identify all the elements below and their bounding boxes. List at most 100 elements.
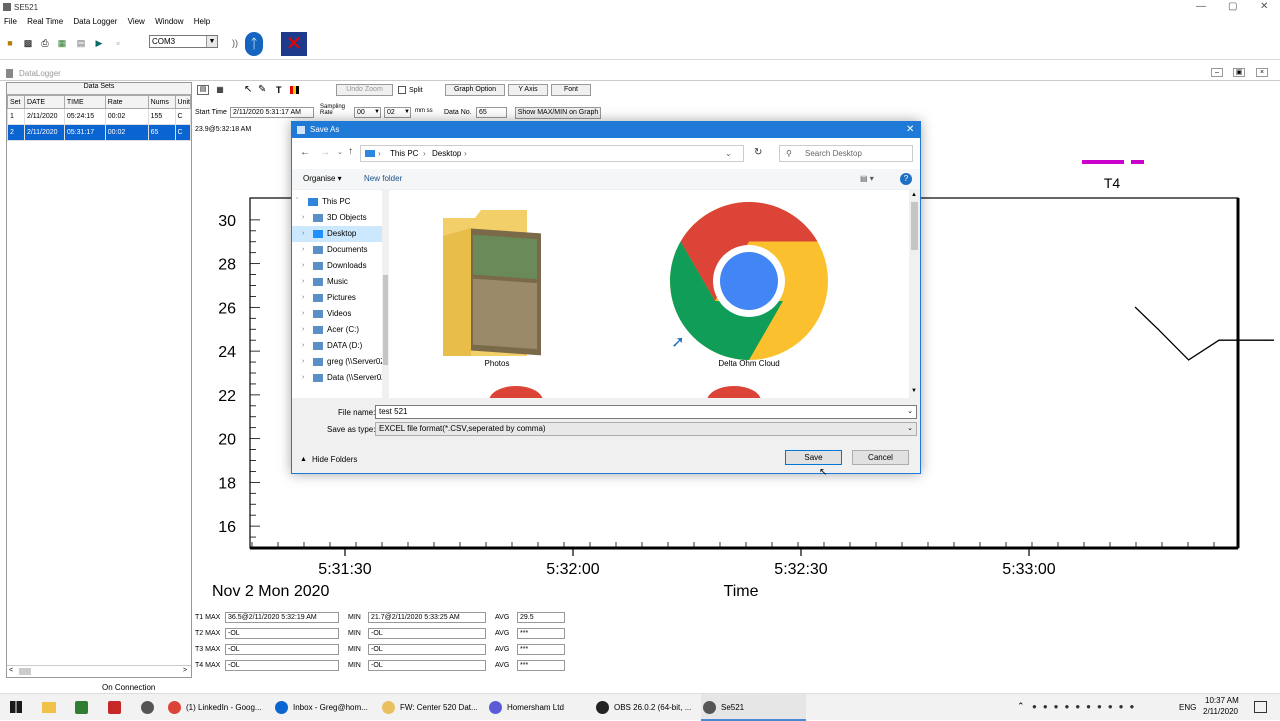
file-explorer-icon[interactable] bbox=[42, 702, 56, 713]
data-no-field[interactable]: 65 bbox=[476, 107, 507, 118]
scroll-left-icon[interactable]: < bbox=[9, 667, 13, 674]
scroll-thumb[interactable] bbox=[19, 668, 31, 675]
nav-item[interactable]: › Data (\\Server0Z bbox=[292, 370, 386, 386]
stat-avg-field[interactable]: *** bbox=[517, 660, 565, 671]
port-select[interactable]: COM3 ▼ bbox=[149, 35, 218, 48]
cancel-button[interactable]: Cancel bbox=[852, 450, 909, 465]
stop-icon[interactable]: ▫ bbox=[113, 38, 123, 48]
taskbar-item-mail[interactable]: FW: Center 520 Dat... bbox=[380, 694, 485, 721]
menu-real-time[interactable]: Real Time bbox=[27, 17, 63, 26]
tray-icons[interactable]: ●●●●●●●●●● bbox=[1032, 702, 1140, 711]
expand-chevron-icon[interactable]: › bbox=[302, 370, 304, 386]
scroll-thumb[interactable] bbox=[911, 202, 918, 250]
tray-chevron-icon[interactable]: ⌃ bbox=[1017, 701, 1025, 712]
file-name-input[interactable]: test 521 ⌄ bbox=[375, 405, 917, 419]
expand-chevron-icon[interactable]: › bbox=[302, 210, 304, 226]
taskbar-item-obs[interactable]: OBS 26.0.2 (64-bit, ... bbox=[594, 694, 699, 721]
show-maxmin-button[interactable]: Show MAX/MIN on Graph bbox=[515, 107, 601, 119]
stat-avg-field[interactable]: *** bbox=[517, 628, 565, 639]
pin-app-icon[interactable] bbox=[108, 701, 121, 714]
save-icon[interactable]: ▩ bbox=[23, 38, 33, 48]
close-button[interactable]: ✕ bbox=[1260, 1, 1268, 12]
nav-item[interactable]: › Videos bbox=[292, 306, 382, 322]
menu-help[interactable]: Help bbox=[194, 17, 210, 26]
split-checkbox[interactable] bbox=[398, 86, 406, 94]
up-icon[interactable]: ↑ bbox=[348, 146, 353, 157]
rate-seconds-select[interactable]: 02 ▼ bbox=[384, 107, 411, 118]
taskbar-item-outlook[interactable]: Inbox - Greg@hom... bbox=[273, 694, 378, 721]
view-options-icon[interactable]: ▤ ▾ bbox=[860, 169, 874, 189]
scroll-right-icon[interactable]: > bbox=[183, 667, 187, 674]
breadcrumb-this-pc[interactable]: This PC bbox=[390, 146, 418, 161]
pin-app-icon[interactable] bbox=[75, 701, 88, 714]
nav-item[interactable]: › Pictures bbox=[292, 290, 382, 306]
color-icon[interactable] bbox=[290, 86, 299, 94]
menu-view[interactable]: View bbox=[128, 17, 145, 26]
stat-max-field[interactable]: -OL bbox=[225, 660, 339, 671]
stat-min-field[interactable]: 21.7@2/11/2020 5:33:25 AM bbox=[368, 612, 486, 623]
nav-item[interactable]: › Acer (C:) bbox=[292, 322, 382, 338]
nav-item[interactable]: › Desktop bbox=[292, 226, 382, 242]
stat-min-field[interactable]: -OL bbox=[368, 644, 486, 655]
nav-item[interactable]: › 3D Objects bbox=[292, 210, 382, 226]
stat-max-field[interactable]: -OL bbox=[225, 644, 339, 655]
nav-scroll-thumb[interactable] bbox=[383, 275, 388, 365]
menu-file[interactable]: File bbox=[4, 17, 17, 26]
table-view-icon[interactable]: ▤ bbox=[197, 85, 209, 95]
child-restore-button[interactable]: ▣ bbox=[1233, 68, 1245, 77]
help-icon[interactable]: ? bbox=[900, 173, 912, 185]
address-bar[interactable]: › This PC › Desktop › ⌄ bbox=[360, 145, 744, 162]
menu-data-logger[interactable]: Data Logger bbox=[73, 17, 117, 26]
refresh-icon[interactable]: ↻ bbox=[754, 147, 762, 158]
stat-min-field[interactable]: -OL bbox=[368, 660, 486, 671]
table-row-selected[interactable]: 2 2/11/2020 05:31:17 00:02 65 C bbox=[7, 124, 192, 141]
child-close-button[interactable]: × bbox=[1256, 68, 1268, 77]
disconnect-icon[interactable]: ✕ bbox=[281, 32, 307, 56]
expand-chevron-icon[interactable]: › bbox=[302, 306, 304, 322]
pointer-icon[interactable]: ↖ bbox=[244, 85, 252, 95]
stat-max-field[interactable]: -OL bbox=[225, 628, 339, 639]
file-item-delta-ohm-cloud[interactable]: ➚ Delta Ohm Cloud bbox=[661, 196, 837, 376]
print-icon[interactable]: ⎙ bbox=[40, 38, 50, 48]
menu-window[interactable]: Window bbox=[155, 17, 183, 26]
bluetooth-icon[interactable]: ᛏ bbox=[245, 32, 263, 56]
horizontal-scrollbar[interactable]: < > bbox=[7, 665, 191, 677]
expand-chevron-icon[interactable]: › bbox=[302, 290, 304, 306]
y-axis-button[interactable]: Y Axis bbox=[508, 84, 548, 96]
taskbar-item-chrome[interactable]: (1) LinkedIn - Goog... bbox=[166, 694, 271, 721]
expand-chevron-icon[interactable]: › bbox=[302, 258, 304, 274]
stat-avg-field[interactable]: *** bbox=[517, 644, 565, 655]
nav-item[interactable]: › Music bbox=[292, 274, 382, 290]
forward-icon[interactable]: → bbox=[320, 147, 330, 158]
expand-chevron-icon[interactable]: › bbox=[302, 226, 304, 242]
clock-time[interactable]: 10:37 AM bbox=[1205, 696, 1239, 705]
nav-item[interactable]: › Downloads bbox=[292, 258, 382, 274]
expand-chevron-icon[interactable]: ˇ bbox=[296, 194, 298, 210]
maximize-button[interactable]: ▢ bbox=[1228, 1, 1237, 12]
nav-item[interactable]: › Documents bbox=[292, 242, 382, 258]
export-icon[interactable]: ▦ bbox=[57, 38, 67, 48]
notification-icon[interactable] bbox=[1254, 701, 1267, 713]
nav-scrollbar[interactable] bbox=[382, 190, 389, 398]
recent-chevron-icon[interactable]: ⌄ bbox=[337, 148, 343, 156]
hide-folders-button[interactable]: Hide Folders bbox=[312, 455, 357, 464]
file-list-scrollbar[interactable]: ▲ ▼ bbox=[909, 190, 920, 398]
expand-chevron-icon[interactable]: › bbox=[302, 354, 304, 370]
undo-zoom-button[interactable]: Undo Zoom bbox=[336, 84, 393, 96]
child-minimize-button[interactable]: – bbox=[1211, 68, 1223, 77]
text-icon[interactable]: T bbox=[276, 85, 282, 95]
expand-chevron-icon[interactable]: › bbox=[302, 274, 304, 290]
expand-chevron-icon[interactable]: › bbox=[302, 322, 304, 338]
graph-option-button[interactable]: Graph Option bbox=[445, 84, 505, 96]
start-time-field[interactable]: 2/11/2020 5:31:17 AM bbox=[230, 107, 314, 118]
expand-chevron-icon[interactable]: › bbox=[302, 242, 304, 258]
dialog-close-icon[interactable]: ✕ bbox=[906, 122, 914, 138]
stat-min-field[interactable]: -OL bbox=[368, 628, 486, 639]
clock-date[interactable]: 2/11/2020 bbox=[1203, 707, 1238, 716]
nav-item[interactable]: › greg (\\Server0Z bbox=[292, 354, 385, 370]
language-indicator[interactable]: ENG bbox=[1179, 703, 1196, 712]
chevron-down-icon[interactable]: ⌄ bbox=[907, 406, 913, 418]
scroll-up-icon[interactable]: ▲ bbox=[911, 192, 917, 198]
minimize-button[interactable]: — bbox=[1196, 1, 1206, 12]
file-item-photos[interactable]: Photos bbox=[427, 196, 567, 376]
